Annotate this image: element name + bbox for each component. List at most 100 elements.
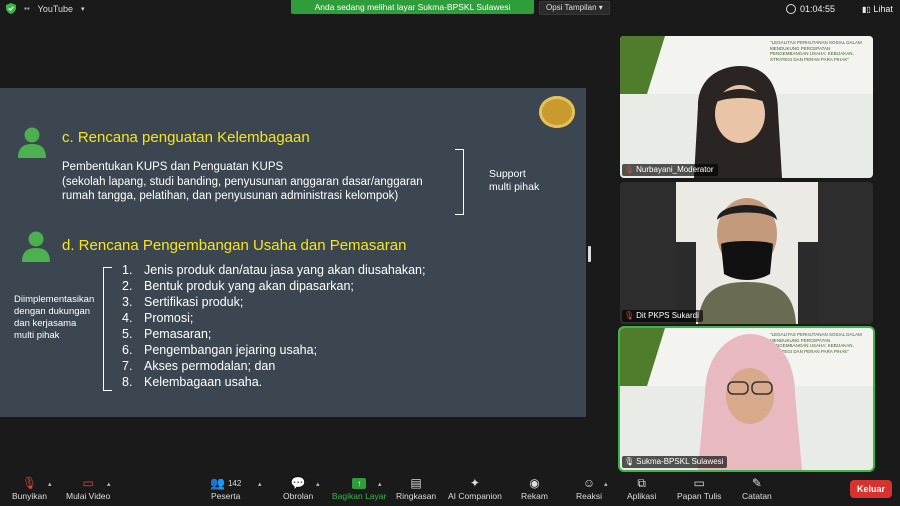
chevron-up-icon[interactable]: ▴ — [316, 480, 320, 488]
view-options-button[interactable]: Opsi Tampilan ▾ — [539, 1, 610, 15]
participant-video — [694, 66, 782, 178]
list-item: 2. Bentuk produk yang akan dipasarkan; — [122, 279, 354, 293]
chevron-down-icon[interactable]: ▾ — [81, 5, 85, 13]
share-banner: Anda sedang melihat layar Sukma-BPSKL Su… — [291, 0, 534, 14]
participant-name-tag: 🎙 Nurbayani_Moderator — [622, 164, 718, 176]
list-item: 8. Kelembagaan usaha. — [122, 375, 263, 389]
mic-muted-icon: 🎙 — [21, 476, 38, 490]
banner-decoration — [620, 328, 665, 386]
participant-name-tag: 🎙 Dit PKPS Sukardi — [622, 310, 703, 322]
view-button[interactable]: ▮▯ Lihat — [862, 4, 893, 14]
participant-name-tag: 🎙 Sukma-BPSKL Sulawesi — [622, 456, 728, 468]
list-item: 4. Promosi; — [122, 311, 194, 325]
video-tile-sukardi[interactable]: 🎙 Dit PKPS Sukardi — [620, 182, 873, 324]
paragraph-c-line3: rumah tangga, pelatihan, dan penyusunan … — [62, 190, 399, 202]
chat-icon: 💬 — [290, 476, 306, 490]
video-off-icon: ▭ — [82, 476, 94, 490]
notes-icon: ✎ — [751, 476, 762, 490]
whiteboard-icon: ▭ — [693, 476, 705, 490]
record-label: Rekam — [521, 491, 548, 501]
app-source-icon: ▪▪ — [24, 4, 30, 13]
share-screen-label: Bagikan Layar — [332, 491, 387, 501]
support-line1: Support — [489, 168, 526, 180]
ai-companion-label: AI Companion — [448, 491, 502, 501]
side-note: Diimplementasikan dengan dukungan dan ke… — [14, 294, 94, 342]
paragraph-c: Pembentukan KUPS dan Penguatan KUPS (sek… — [62, 160, 423, 204]
chevron-up-icon[interactable]: ▴ — [378, 480, 382, 488]
timer-value: 01:04:55 — [800, 4, 836, 14]
mic-muted-icon: 🎙 — [624, 165, 635, 174]
unmute-label: Bunyikan — [12, 491, 47, 501]
record-icon: ◉ — [529, 476, 540, 490]
meeting-toolbar: 🎙 Bunyikan ▴ ▭ Mulai Video ▴ 👥 142 Pesert… — [0, 472, 900, 506]
list-item: 5. Pemasaran; — [122, 327, 212, 341]
shield-icon[interactable] — [6, 3, 16, 14]
share-screen-button[interactable]: ↑ Bagikan Layar — [332, 475, 386, 501]
side-note-line2: dengan dukungan — [14, 306, 91, 317]
notes-button[interactable]: ✎ Catatan — [742, 475, 772, 501]
heading-c: c. Rencana penguatan Kelembagaan — [62, 129, 310, 146]
chevron-up-icon[interactable]: ▴ — [258, 480, 262, 488]
chevron-down-icon: ▾ — [598, 3, 603, 12]
panel-resize-handle[interactable] — [588, 246, 591, 262]
whiteboard-button[interactable]: ▭ Papan Tulis — [677, 475, 721, 501]
banner-text: "LEGALITAS PERHUTANAN SOSIAL DALAM MENDU… — [770, 40, 862, 62]
apps-icon: ⧉ — [637, 475, 646, 490]
participants-button[interactable]: 👥 142 Peserta — [210, 475, 241, 501]
paragraph-c-line1: Pembentukan KUPS dan Penguatan KUPS — [62, 161, 284, 173]
business-plan-list: 1. Jenis produk dan/atau jasa yang akan d… — [122, 262, 425, 390]
reaction-icon: ☺ — [582, 476, 596, 490]
apps-button[interactable]: ⧉ Aplikasi — [627, 475, 657, 502]
list-item: 1. Jenis produk dan/atau jasa yang akan d… — [122, 263, 426, 277]
video-tile-sukma[interactable]: "LEGALITAS PERHUTANAN SOSIAL DALAM MENDU… — [620, 328, 873, 470]
chevron-up-icon[interactable]: ▴ — [48, 480, 52, 488]
grid-view-icon: ▮▯ — [862, 5, 871, 14]
share-screen-icon: ↑ — [352, 475, 367, 491]
banner-decoration — [620, 36, 665, 94]
chat-button[interactable]: 💬 Obrolan — [283, 475, 313, 501]
person-icon — [18, 127, 46, 158]
notes-label: Catatan — [742, 491, 772, 501]
heading-d: d. Rencana Pengembangan Usaha dan Pemasa… — [62, 237, 407, 254]
list-item: 3. Sertifikasi produk; — [122, 295, 244, 309]
record-button[interactable]: ◉ Rekam — [521, 475, 548, 501]
summary-button[interactable]: ▤ Ringkasan — [396, 475, 436, 501]
bracket-right — [455, 149, 464, 215]
leave-button[interactable]: Keluar — [850, 480, 892, 498]
ai-companion-button[interactable]: ✦ AI Companion — [448, 475, 502, 501]
support-line2: multi pihak — [489, 181, 540, 193]
start-video-label: Mulai Video — [66, 491, 111, 501]
sparkle-icon: ✦ — [469, 476, 480, 490]
participant-video — [698, 334, 802, 470]
chevron-up-icon[interactable]: ▴ — [604, 480, 608, 488]
apps-label: Aplikasi — [627, 491, 657, 501]
side-note-line1: Diimplementasikan — [14, 294, 95, 305]
reactions-label: Reaksi — [576, 491, 602, 501]
bracket-left — [103, 267, 112, 391]
start-video-button[interactable]: ▭ Mulai Video — [66, 475, 110, 501]
participant-name: Nurbayani_Moderator — [636, 165, 714, 174]
video-tile-moderator[interactable]: "LEGALITAS PERHUTANAN SOSIAL DALAM MENDU… — [620, 36, 873, 178]
participants-icon: 👥 142 — [210, 476, 242, 490]
participant-name: Dit PKPS Sukardi — [636, 311, 699, 320]
mic-muted-icon: 🎙 — [624, 311, 635, 320]
chevron-up-icon[interactable]: ▴ — [107, 480, 111, 488]
whiteboard-label: Papan Tulis — [677, 491, 722, 501]
unmute-button[interactable]: 🎙 Bunyikan — [12, 475, 47, 501]
list-item: 7. Akses permodalan; dan — [122, 359, 276, 373]
paragraph-c-line2: (sekolah lapang, studi banding, penyusun… — [62, 175, 423, 188]
chat-label: Obrolan — [283, 491, 314, 501]
top-bar: ▪▪ YouTube ▾ Anda sedang melihat layar S… — [0, 0, 900, 22]
app-source-label[interactable]: YouTube — [38, 4, 73, 14]
view-options-label: Opsi Tampilan — [546, 3, 597, 12]
participant-name: Sukma-BPSKL Sulawesi — [636, 457, 724, 466]
person-icon — [22, 231, 50, 262]
list-item: 6. Pengembangan jejaring usaha; — [122, 343, 318, 357]
side-note-line4: multi pihak — [14, 330, 60, 341]
reactions-button[interactable]: ☺ Reaksi — [576, 475, 602, 501]
ministry-logo — [539, 96, 575, 128]
summary-icon: ▤ — [410, 476, 422, 490]
view-label: Lihat — [873, 4, 893, 14]
side-note-line3: dan kerjasama — [14, 318, 77, 329]
mic-icon: 🎙 — [624, 457, 635, 466]
